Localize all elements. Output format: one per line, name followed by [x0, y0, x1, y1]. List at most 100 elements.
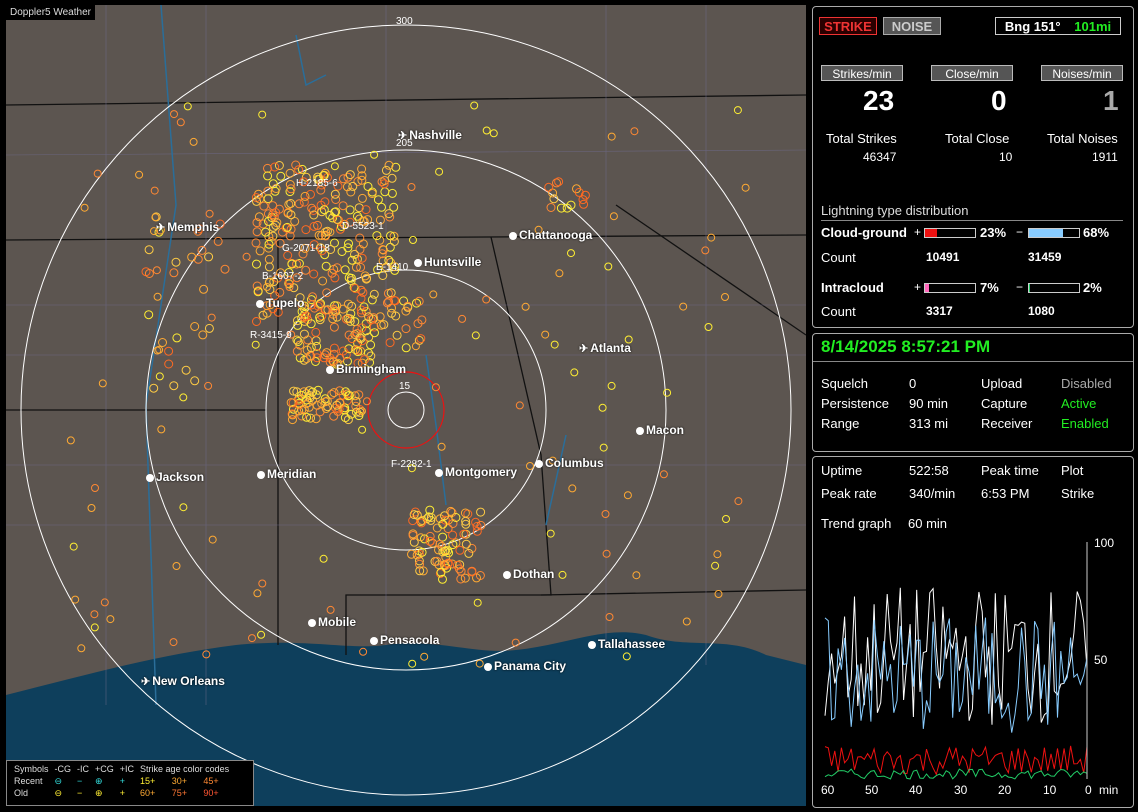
datetime: 8/14/2025 8:57:21 PM — [821, 337, 991, 356]
trend-line — [824, 617, 1088, 733]
strike-marker — [311, 327, 321, 337]
bearing-value: Bng 151° — [1004, 19, 1061, 34]
total-noises-label: Total Noises — [1047, 131, 1118, 146]
lightning-map[interactable]: Doppler5 Weather 300 205 15 ✈ Nashville ✈ M… — [6, 5, 806, 806]
settings-cell: Active — [1061, 396, 1097, 411]
trend-line — [824, 587, 1088, 725]
city-name: Mobile — [318, 615, 356, 629]
strike-marker — [311, 336, 321, 346]
ic-neg-bar — [1028, 283, 1080, 293]
trend-info-cell: 6:53 PM — [981, 486, 1030, 501]
strike-marker — [412, 298, 421, 308]
legend-header-symbols: Symbols — [14, 764, 49, 774]
strike-marker — [294, 199, 304, 209]
strike-marker — [407, 549, 416, 559]
storm-flag[interactable]: F-2282-1 — [391, 459, 432, 470]
strike-marker — [567, 249, 575, 258]
pos-cg-icon: ⊕ — [95, 776, 103, 786]
strike-marker — [90, 623, 99, 632]
strike-marker — [370, 328, 379, 338]
noises-per-min-button[interactable]: Noises/min — [1041, 65, 1123, 81]
strike-marker — [381, 165, 391, 175]
strike-marker — [407, 183, 416, 191]
strike-marker — [682, 617, 691, 626]
trend-info-cell[interactable]: Strike — [1061, 486, 1094, 501]
city-huntsville: Huntsville — [414, 255, 481, 269]
airport-icon: ✈ — [156, 222, 166, 234]
strike-marker — [329, 388, 339, 398]
strike-marker — [701, 246, 710, 255]
strike-marker — [66, 436, 75, 445]
strike-marker — [274, 161, 284, 170]
settings-panel: 8/14/2025 8:57:21 PM Squelch 0 Upload Disab… — [812, 333, 1134, 452]
strike-marker — [91, 484, 99, 492]
strike-marker — [169, 638, 178, 647]
strike-marker — [416, 334, 426, 344]
city-name: Dothan — [513, 567, 555, 581]
strike-marker — [448, 530, 458, 540]
close-per-min-button[interactable]: Close/min — [931, 65, 1013, 81]
strike-marker — [471, 331, 480, 340]
city-chattanooga: Chattanooga — [509, 228, 592, 242]
settings-cell: Capture — [981, 396, 1028, 411]
storm-flag[interactable]: E-1410 — [376, 262, 408, 273]
storm-flag[interactable]: H-2185-6 — [296, 178, 338, 189]
strike-marker — [252, 317, 261, 326]
map-canvas — [6, 5, 806, 806]
strike-marker — [330, 273, 340, 283]
strike-marker — [176, 118, 185, 127]
bearing-readout: Bng 151° 101mi — [995, 17, 1121, 35]
strike-marker — [554, 177, 564, 187]
strike-marker — [135, 170, 144, 179]
strike-marker — [248, 634, 256, 643]
strike-marker — [170, 110, 178, 119]
strike-marker — [285, 168, 295, 178]
strike-marker — [387, 188, 397, 198]
city-name: Nashville — [409, 128, 462, 142]
strike-marker — [152, 266, 161, 275]
airport-icon: ✈ — [579, 343, 589, 355]
city-name: Birmingham — [336, 362, 407, 376]
strike-marker — [515, 401, 524, 410]
strike-marker — [401, 324, 411, 334]
legend-old-label: Old — [14, 788, 29, 798]
city-meridian: Meridian — [257, 467, 316, 481]
storm-flag[interactable]: D-5523-1 — [342, 221, 384, 232]
strike-marker — [472, 526, 482, 536]
total-strikes-value: 46347 — [863, 150, 897, 164]
noise-mode-button[interactable]: NOISE — [883, 17, 941, 35]
ic-neg-count: 1080 — [1028, 304, 1055, 318]
strike-marker — [632, 571, 641, 580]
city-name: Macon — [646, 423, 685, 437]
strike-marker — [183, 102, 192, 111]
city-name: New Orleans — [152, 674, 225, 688]
strike-marker — [106, 615, 115, 624]
settings-cell: Range — [821, 416, 860, 431]
city-name: Pensacola — [380, 633, 440, 647]
strike-marker — [541, 330, 550, 339]
city-columbus: Columbus — [535, 456, 604, 470]
strike-marker — [220, 264, 230, 274]
strike-mode-button[interactable]: STRIKE — [819, 17, 877, 35]
storm-flag[interactable]: G-2071-18 — [282, 243, 330, 254]
legend-age-45: 45+ — [203, 776, 219, 786]
strike-marker — [87, 504, 96, 512]
strike-marker — [438, 532, 448, 542]
distance-value: 101mi — [1074, 19, 1112, 34]
settings-cell: 313 mi — [909, 416, 949, 431]
strikes-per-min-button[interactable]: Strikes/min — [821, 65, 903, 81]
strike-marker — [318, 276, 328, 286]
strike-marker — [199, 284, 209, 294]
city-dot-icon — [256, 299, 264, 308]
strike-marker — [252, 227, 262, 237]
trend-info-cell[interactable]: Plot — [1061, 463, 1083, 478]
storm-flag[interactable]: B-1607-2 — [262, 271, 303, 282]
strike-marker — [337, 247, 347, 256]
city-pensacola: Pensacola — [370, 633, 439, 647]
storm-flag[interactable]: R-3415-9 — [250, 330, 292, 341]
strike-marker — [387, 173, 397, 183]
city-dot-icon — [509, 231, 517, 240]
strike-marker — [609, 212, 618, 221]
strike-marker — [366, 340, 376, 350]
strike-marker — [149, 383, 159, 393]
